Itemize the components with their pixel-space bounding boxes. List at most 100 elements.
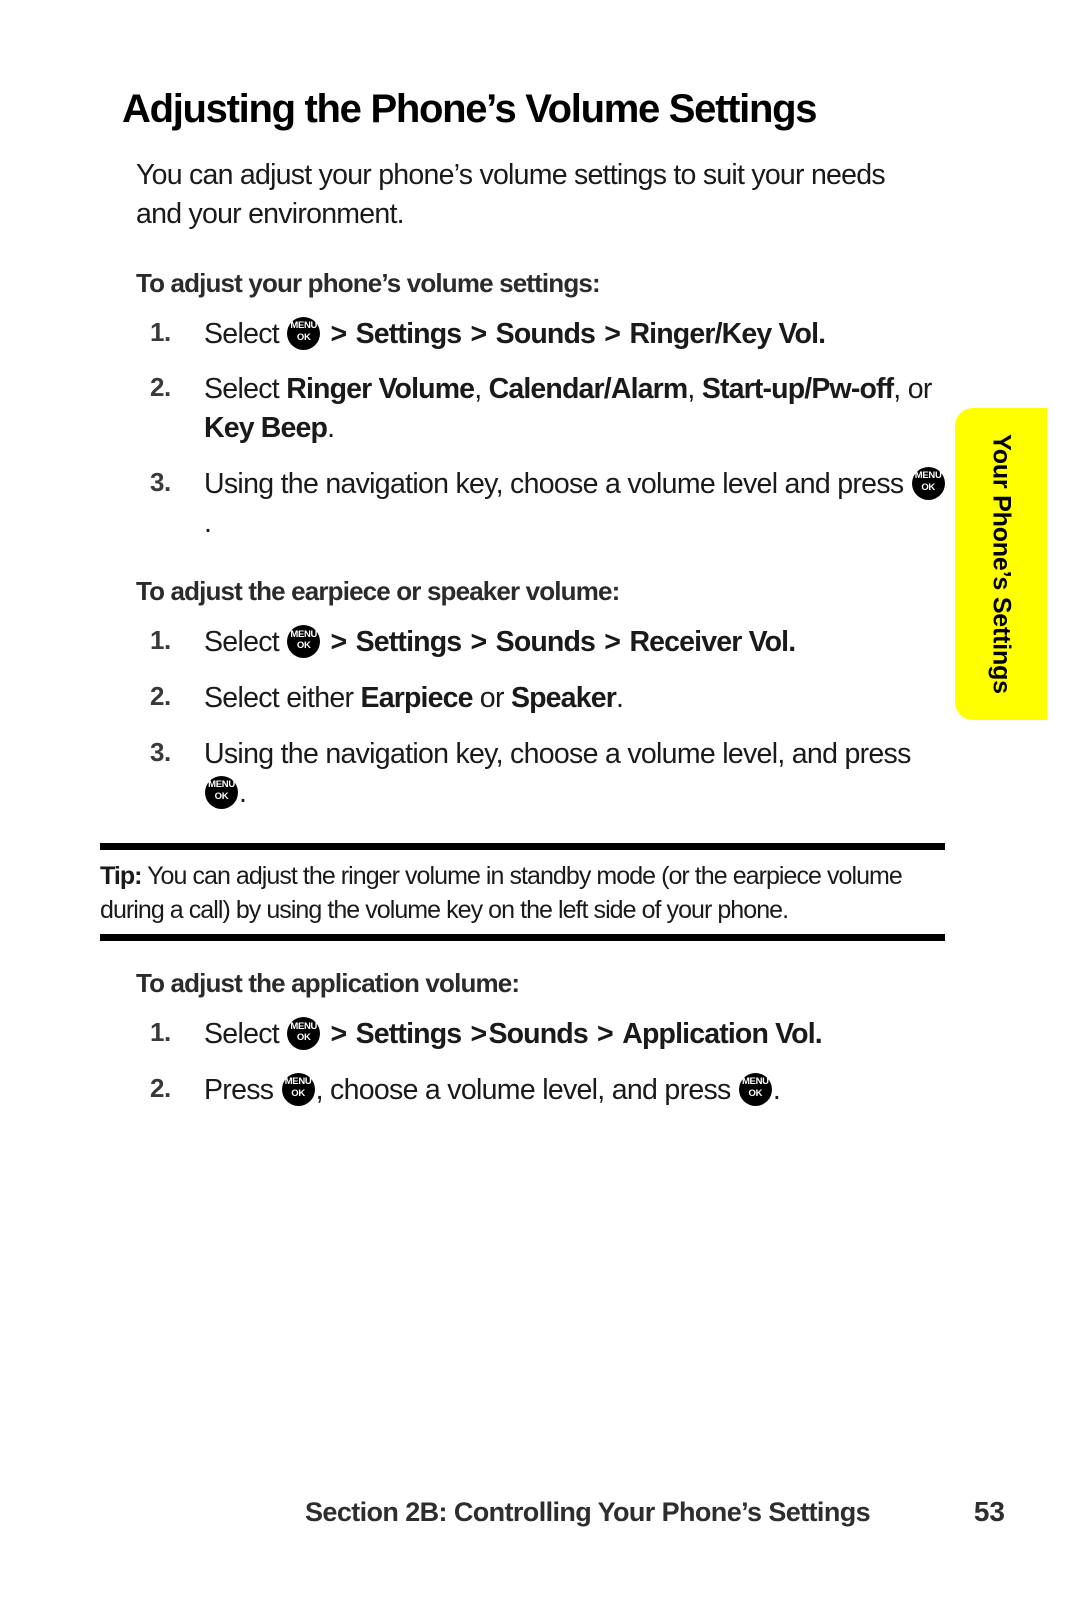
step-text: . [204,506,212,539]
side-tab-label: Your Phone’s Settings [987,434,1016,694]
step-text: , [474,373,489,406]
procedure-step: 3. Using the navigation key, choose a vol… [136,735,950,813]
footer-section-title: Section 2B: Controlling Your Phone’s Set… [305,1497,871,1527]
procedure-step: 2. Press MENU OK, choose a volume level, a… [136,1071,950,1110]
menu-path-item: Speaker [510,682,617,714]
menu-ok-top-label: MENU [284,1076,312,1088]
procedure-step: 2. Select Ringer Volume, Calendar/Alarm , … [136,370,950,448]
procedure-heading: To adjust the application volume: [136,968,520,998]
procedure-step: 2. Select either Earpiece or Speaker. [136,679,950,718]
step-number: 1. [150,316,171,347]
procedure-heading: To adjust the earpiece or speaker volume… [136,576,620,607]
intro-paragraph: You can adjust your phone’s volume setti… [136,159,886,230]
procedure-step: 1. Select MENU OK > Settings > Sounds > Re… [136,623,950,662]
step-text: Select [204,317,287,350]
step-number: 3. [150,736,171,767]
tip-callout: Tip: You can adjust the ringer volume in… [100,843,945,941]
step-text: , or [893,373,932,406]
menu-path-item: Ringer/Key Vol. [629,317,826,350]
menu-ok-bottom-label: OK [291,1087,305,1099]
chevron-separator-icon: > [463,626,494,659]
menu-path-item: Start-up/Pw-off [701,373,894,406]
document-page: Your Phone’s Settings Adjusting the Phon… [0,0,1080,1620]
menu-ok-bottom-label: OK [296,1032,311,1043]
procedure-step-list: 1. Select MENU OK > Settings >Sounds > App… [136,1015,950,1110]
menu-path-item: Earpiece [360,682,474,714]
step-text: . [327,412,335,444]
step-text: Press [204,1073,281,1106]
menu-ok-key-icon: MENU OK [287,1017,321,1050]
application-volume-section: To adjust the application volume: 1. Selec… [122,968,950,1110]
footer-page-number: 53 [973,1496,1005,1527]
page-footer: Section 2B: Controlling Your Phone’s Set… [0,1496,1080,1538]
step-text: Select either [204,682,361,714]
menu-ok-bottom-label: OK [214,790,229,802]
step-number: 2. [150,681,171,711]
menu-path-item: Application Vol. [622,1018,822,1050]
menu-ok-top-label: MENU [914,470,942,482]
section-side-tab: Your Phone’s Settings [955,408,1047,720]
menu-path-item: Sounds [495,626,596,659]
step-text: Using the navigation key, choose a volum… [204,467,911,500]
page-title: Adjusting the Phone’s Volume Settings [122,87,817,131]
procedure-heading: To adjust your phone’s volume settings: [136,267,601,298]
menu-ok-bottom-label: OK [921,481,935,493]
step-number: 1. [150,625,171,656]
menu-path-item: Ringer Volume [286,373,475,406]
chevron-separator-icon: > [323,626,354,659]
menu-ok-key-icon: MENU OK [281,1072,315,1106]
chevron-separator-icon: > [597,626,628,659]
menu-ok-bottom-label: OK [748,1087,763,1099]
step-number: 1. [150,1017,171,1047]
menu-path-item: Settings [355,317,462,350]
post-tip-content: To adjust the application volume: 1. Selec… [122,934,950,1110]
step-text: or [472,682,511,714]
menu-path-item: Settings [355,1018,462,1050]
step-text: Select [204,373,287,406]
chevron-separator-icon: > [463,1018,487,1050]
procedure-step: 1. Select MENU OK > Settings > Sounds > Ri… [136,315,950,354]
tip-text: You can adjust the ringer volume in stan… [100,862,903,924]
menu-ok-top-label: MENU [290,1020,318,1032]
tip-body: Tip: You can adjust the ringer volume in… [100,850,945,934]
procedure-step: 3. Using the navigation key, choose a vol… [136,465,950,543]
chevron-separator-icon: > [463,317,494,350]
tip-label: Tip: [100,862,143,890]
chevron-separator-icon: > [323,317,354,350]
menu-path-item: Calendar/Alarm [488,373,689,406]
procedure-step-list: 1. Select MENU OK > Settings > Sounds > Re… [136,623,950,812]
menu-ok-top-label: MENU [741,1076,769,1088]
menu-path-item: Settings [355,626,462,659]
menu-ok-key-icon: MENU OK [911,466,945,500]
menu-ok-top-label: MENU [208,779,235,790]
step-text: . [772,1073,781,1106]
menu-ok-key-icon: MENU OK [287,316,321,350]
menu-ok-top-label: MENU [290,320,318,331]
step-number: 2. [150,372,171,403]
step-text: . [615,682,624,714]
step-text: , choose a volume level, and press [315,1073,738,1106]
step-number: 3. [150,466,171,497]
procedure-step-list: 1. Select MENU OK > Settings > Sounds > Ri… [136,315,950,543]
menu-path-item: Sounds [488,1018,588,1050]
page-content: Adjusting the Phone’s Volume Settings Yo… [122,88,950,812]
step-text: Using the navigation key, choose a volum… [204,737,911,770]
tip-rule-top [100,843,945,850]
step-text: Select [204,1018,287,1050]
menu-path-item: Receiver Vol. [629,626,796,659]
menu-ok-key-icon: MENU OK [205,775,238,809]
menu-ok-key-icon: MENU OK [738,1072,772,1106]
menu-path-item: Key Beep [204,412,328,444]
menu-ok-bottom-label: OK [296,331,311,343]
step-text: , [687,373,702,406]
step-number: 2. [150,1072,171,1103]
procedure-step: 1. Select MENU OK > Settings >Sounds > App… [136,1015,950,1054]
procedure-sections: To adjust your phone’s volume settings: 1… [122,268,950,813]
chevron-separator-icon: > [589,1018,621,1050]
menu-ok-key-icon: MENU OK [287,625,321,659]
chevron-separator-icon: > [323,1018,354,1050]
step-text: . [239,776,247,809]
step-text: Select [204,626,287,659]
menu-ok-top-label: MENU [290,628,318,640]
chevron-separator-icon: > [597,317,628,350]
